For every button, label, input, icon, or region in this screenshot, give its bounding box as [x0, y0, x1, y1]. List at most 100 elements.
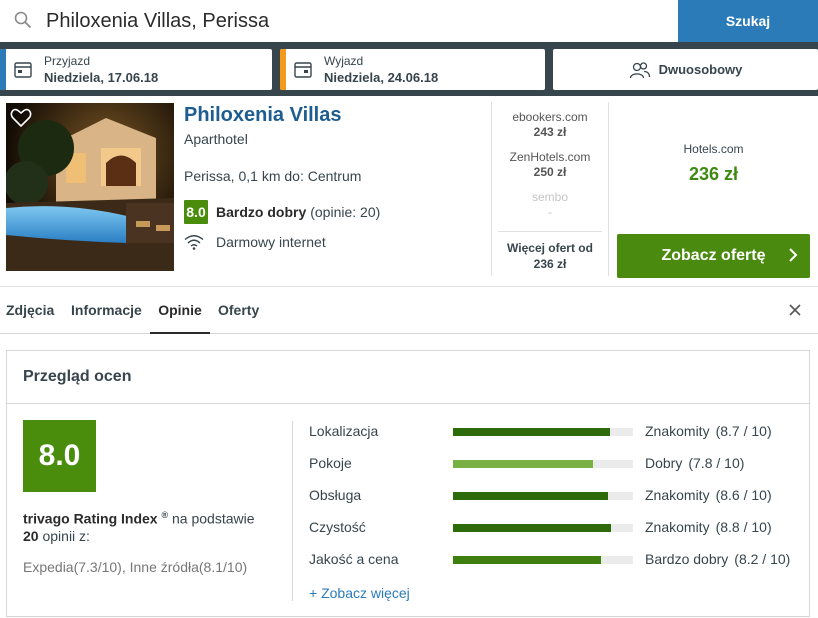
search-button[interactable]: Szukaj	[678, 0, 818, 42]
tab-photos[interactable]: Zdjęcia	[6, 287, 54, 334]
best-deal-site: Hotels.com	[683, 142, 744, 156]
search-input[interactable]	[46, 5, 666, 37]
tab-deals[interactable]: Oferty	[218, 287, 259, 334]
offer-item[interactable]: sembo -	[492, 182, 608, 222]
dates-bar: Przyjazd Niedziela, 17.06.18 Wyjazd Nied…	[0, 42, 818, 96]
checkin-field[interactable]: Przyjazd Niedziela, 17.06.18	[0, 49, 272, 90]
hotel-rating[interactable]: 8.0 Bardzo dobry (opinie: 20)	[184, 200, 380, 224]
verdict-score: (8.6 / 10)	[715, 487, 772, 503]
category-bar	[453, 556, 633, 564]
tab-info[interactable]: Informacje	[71, 287, 142, 334]
search-bar: Szukaj	[0, 0, 818, 42]
offer-price: 243 zł	[533, 125, 567, 139]
category-name: Obsługa	[309, 487, 362, 503]
hotel-item: Philoxenia Villas Aparthotel Perissa, 0,…	[0, 96, 818, 286]
rating-index-text: trivago Rating Index ® na podstawie 20 o…	[23, 507, 273, 545]
favorite-heart-icon[interactable]	[10, 108, 32, 128]
verdict-text: Dobry	[645, 455, 683, 471]
category-row: Czystość Znakomity (8.8 / 10)	[309, 519, 809, 539]
checkout-accent	[280, 49, 286, 90]
hotel-type: Aparthotel	[184, 131, 248, 147]
category-bar	[453, 428, 633, 436]
room-type-selector[interactable]: Dwuosobowy	[553, 49, 818, 90]
see-more-link[interactable]: + Zobacz więcej	[309, 585, 410, 601]
hotel-photo-image	[6, 103, 174, 271]
divider	[292, 421, 293, 601]
verdict-text: Znakomity	[645, 519, 710, 535]
checkout-value: Niedziela, 24.06.18	[324, 70, 439, 85]
category-verdict: Znakomity (8.7 / 10)	[645, 423, 772, 439]
checkin-accent	[0, 49, 6, 90]
calendar-icon	[294, 62, 312, 78]
offer-item[interactable]: ebookers.com 243 zł	[492, 102, 608, 142]
best-deal-price: 236 zł	[688, 164, 739, 184]
category-verdict: Bardzo dobry (8.2 / 10)	[645, 551, 790, 567]
checkin-label: Przyjazd	[44, 54, 91, 68]
offer-site: ebookers.com	[512, 110, 588, 124]
checkin-value: Niedziela, 17.06.18	[44, 70, 159, 85]
offers-list: ebookers.com 243 zł ZenHotels.com 250 zł…	[492, 102, 608, 222]
registered-mark: ®	[161, 510, 169, 520]
rating-overview-panel: Przegląd ocen 8.0 trivago Rating Index ®…	[6, 350, 810, 617]
category-bar	[453, 524, 633, 532]
category-name: Lokalizacja	[309, 423, 379, 439]
verdict-text: Bardzo dobry	[645, 551, 729, 567]
panel-title: Przegląd ocen	[7, 351, 809, 404]
offer-site: ZenHotels.com	[509, 150, 591, 164]
verdict-score: (8.2 / 10)	[734, 551, 791, 567]
category-row: Obsługa Znakomity (8.6 / 10)	[309, 487, 809, 507]
hotel-location: Perissa, 0,1 km do: Centrum	[184, 168, 362, 184]
rating-label: Bardzo dobry	[216, 204, 307, 220]
close-icon[interactable]	[788, 303, 802, 317]
category-verdict: Znakomity (8.8 / 10)	[645, 519, 772, 535]
tab-reviews[interactable]: Opinie	[150, 287, 210, 334]
rating-index-suffix: na podstawie	[172, 510, 255, 527]
detail-tabs: Zdjęcia Informacje Opinie Oferty	[0, 286, 818, 334]
rating-index-name: trivago Rating Index	[23, 510, 158, 527]
category-bar-fill	[453, 556, 601, 564]
category-name: Czystość	[309, 519, 366, 535]
room-type-label: Dwuosobowy	[658, 62, 743, 77]
search-icon	[14, 11, 32, 29]
review-count: 20	[23, 527, 39, 544]
category-bar	[453, 460, 633, 468]
more-offers-link[interactable]: Więcej ofert od 236 zł	[498, 231, 602, 272]
verdict-text: Znakomity	[645, 423, 710, 439]
category-row: Jakość a cena Bardzo dobry (8.2 / 10)	[309, 551, 809, 571]
rating-sources: Expedia(7.3/10), Inne źródła(8.1/10)	[23, 559, 248, 575]
checkout-field[interactable]: Wyjazd Niedziela, 24.06.18	[280, 49, 545, 90]
divider	[608, 102, 609, 276]
view-deal-label: Zobacz ofertę	[661, 247, 766, 264]
rating-count: (opinie: 20)	[310, 204, 381, 220]
offer-item[interactable]: ZenHotels.com 250 zł	[492, 142, 608, 182]
chevron-right-icon	[789, 248, 798, 262]
amenity-label: Darmowy internet	[216, 234, 326, 250]
verdict-text: Znakomity	[645, 487, 710, 503]
category-row: Lokalizacja Znakomity (8.7 / 10)	[309, 423, 809, 443]
overall-score-badge: 8.0	[23, 420, 96, 492]
verdict-score: (8.8 / 10)	[715, 519, 772, 535]
category-bar-fill	[453, 428, 610, 436]
review-count-suffix: opinii z:	[42, 527, 90, 544]
category-bar	[453, 492, 633, 500]
amenity-wifi: Darmowy internet	[184, 234, 326, 250]
category-verdict: Znakomity (8.6 / 10)	[645, 487, 772, 503]
category-name: Jakość a cena	[309, 551, 399, 567]
guests-icon	[629, 61, 650, 78]
more-offers-text: Więcej ofert od	[507, 241, 593, 255]
offer-price: 250 zł	[533, 165, 567, 179]
wifi-icon	[184, 235, 204, 250]
checkout-label: Wyjazd	[324, 54, 364, 68]
offer-price: -	[548, 205, 552, 219]
category-bar-fill	[453, 460, 594, 468]
hotel-name[interactable]: Philoxenia Villas	[184, 104, 341, 127]
offer-site: sembo	[531, 190, 569, 204]
calendar-icon	[14, 62, 32, 78]
category-bar-fill	[453, 524, 612, 532]
rating-badge: 8.0	[184, 200, 208, 224]
verdict-score: (7.8 / 10)	[688, 455, 745, 471]
view-deal-button[interactable]: Zobacz ofertę	[617, 234, 810, 278]
hotel-photo[interactable]	[6, 103, 174, 271]
category-bar-fill	[453, 492, 608, 500]
category-row: Pokoje Dobry (7.8 / 10)	[309, 455, 809, 475]
